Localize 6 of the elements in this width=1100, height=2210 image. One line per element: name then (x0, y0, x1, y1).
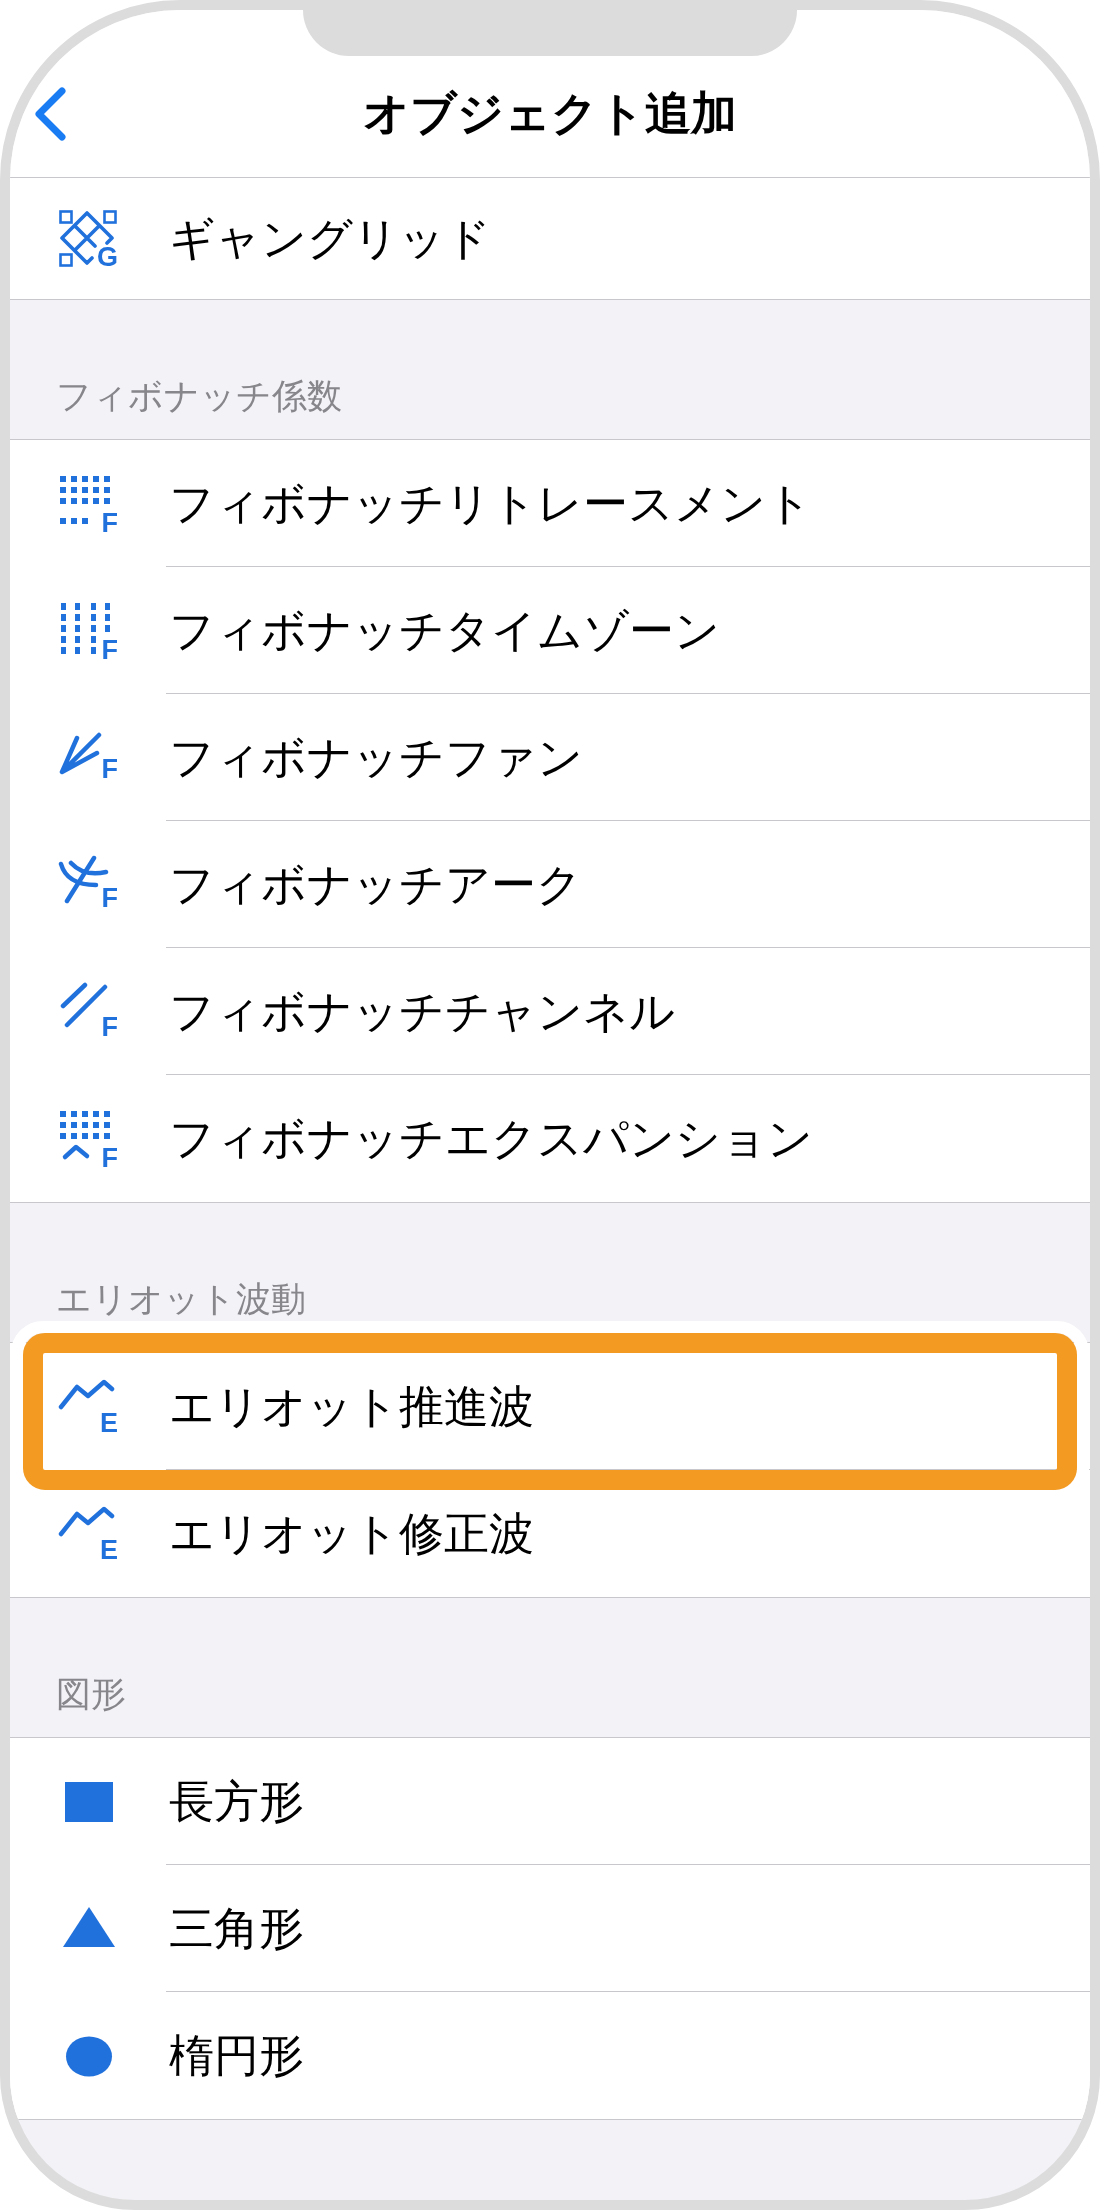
section-header: 図形 (55, 1673, 127, 1716)
section-header: エリオット波動 (55, 1278, 307, 1321)
back-button[interactable] (34, 87, 67, 141)
section-header: フィボナッチ係数 (55, 375, 343, 418)
chevron-left-icon (34, 87, 67, 141)
page-title: オブジェクト追加 (363, 90, 737, 136)
